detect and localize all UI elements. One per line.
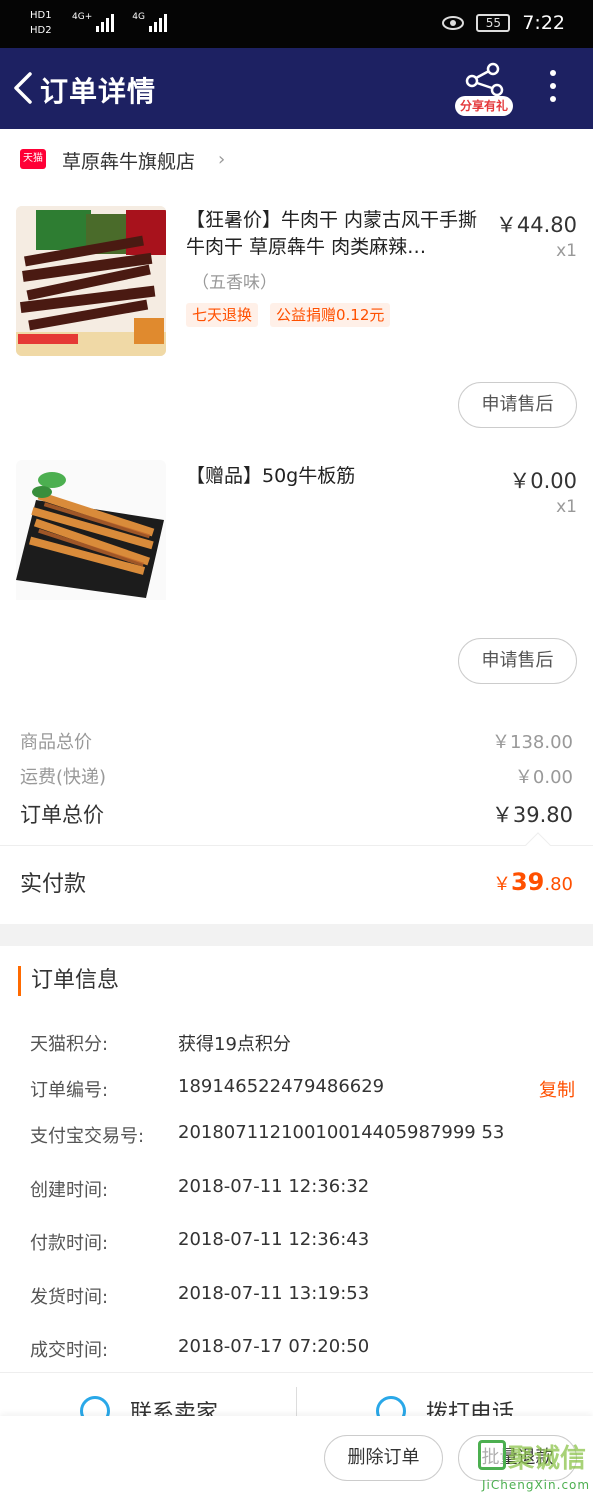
contact-bar: 联系卖家 拨打电话 [0, 1372, 593, 1416]
app-bar: 订单详情 分享有礼 [0, 48, 593, 129]
watermark-logo-icon [478, 1440, 506, 1470]
info-value: 2018-07-11 12:36:43 [178, 1229, 370, 1250]
signal-group: 4G+ 4G [72, 12, 167, 32]
goods-total-value: ￥138.00 [492, 732, 573, 753]
chat-icon [80, 1396, 110, 1416]
product-title[interactable]: 【赠品】50g牛板筋 [186, 463, 486, 490]
clock: 7:22 [522, 12, 565, 34]
after-sale-button[interactable]: 申请售后 [458, 382, 577, 428]
net1-label: 4G+ [72, 12, 93, 22]
store-row[interactable]: 天猫 草原犇牛旗舰店 › [0, 129, 593, 189]
net2-label: 4G [132, 12, 145, 22]
paid-currency: ￥ [492, 874, 511, 895]
section-gap [0, 924, 593, 946]
status-right: 55 7:22 [442, 12, 565, 34]
shipping-label: 运费(快递) [20, 767, 107, 788]
info-key: 付款时间: [30, 1233, 109, 1254]
copy-button[interactable]: 复制 [539, 1076, 575, 1102]
signal-icon-2: 4G [132, 12, 167, 32]
goods-total-row: 商品总价 ￥138.00 [20, 728, 573, 754]
product-price: ￥0.00 [509, 469, 577, 493]
signal-icon: 4G+ [72, 12, 115, 32]
hd1-label: HD1 [30, 10, 52, 21]
info-value[interactable]: 189146522479486629 [178, 1076, 384, 1097]
eye-icon [442, 16, 465, 30]
info-key: 创建时间: [30, 1180, 109, 1201]
product-quantity: x1 [556, 241, 577, 261]
divider [296, 1387, 297, 1416]
product-image[interactable] [16, 460, 166, 610]
delete-order-button[interactable]: 删除订单 [324, 1435, 443, 1481]
share-icon [465, 62, 504, 97]
paid-decimal: .80 [544, 874, 573, 895]
status-bar: HD1 HD2 4G+ 4G 55 7:22 [0, 0, 593, 48]
phone-icon [376, 1396, 406, 1416]
sim-indicators: HD1 HD2 [30, 8, 52, 38]
product-price: ￥44.80 [495, 213, 577, 237]
page-title: 订单详情 [40, 75, 157, 108]
goods-total-label: 商品总价 [20, 732, 92, 753]
contact-seller-label: 联系卖家 [130, 1401, 219, 1416]
paid-label: 实付款 [20, 872, 87, 897]
product-title[interactable]: 【狂暑价】牛肉干 内蒙古风干手撕牛肉干 草原犇牛 肉类麻辣… [186, 207, 486, 261]
call-phone-button[interactable]: 拨打电话 [376, 1395, 514, 1416]
watermark: 聚诚信 JiChengXin.com [476, 1434, 591, 1498]
chevron-right-icon: › [218, 149, 226, 170]
share-label: 分享有礼 [455, 96, 513, 116]
order-total-value: ￥39.80 [491, 803, 573, 827]
tag-return: 七天退换 [186, 303, 259, 327]
product-item[interactable]: 【赠品】50g牛板筋 ￥0.00 x1 申请售后 [0, 456, 593, 696]
info-key: 发货时间: [30, 1287, 109, 1308]
tag-charity: 公益捐赠0.12元 [270, 303, 391, 327]
product-photo [16, 460, 166, 600]
info-key: 支付宝交易号: [30, 1126, 145, 1147]
info-value: 2018-07-17 07:20:50 [178, 1336, 370, 1357]
paid-integer: 39 [510, 868, 545, 896]
product-quantity: x1 [556, 497, 577, 517]
divider-pointer [525, 832, 551, 858]
watermark-text: 聚诚信 [508, 1444, 587, 1474]
contact-seller-button[interactable]: 联系卖家 [80, 1395, 218, 1416]
product-photo [16, 206, 166, 356]
order-total-label: 订单总价 [20, 803, 104, 827]
product-image[interactable] [16, 206, 166, 356]
info-key: 订单编号: [30, 1080, 109, 1101]
more-options-icon[interactable] [548, 70, 558, 106]
tmall-logo: 天猫 [20, 149, 46, 169]
order-info-heading: 订单信息 [18, 966, 119, 996]
call-phone-label: 拨打电话 [426, 1401, 515, 1416]
paid-row: 实付款 ￥39.80 [20, 862, 573, 902]
info-key: 成交时间: [30, 1340, 109, 1361]
share-button[interactable]: 分享有礼 [455, 62, 517, 120]
hd2-label: HD2 [30, 25, 52, 36]
shipping-value: ￥0.00 [514, 767, 573, 788]
product-spec: （五香味） [192, 273, 277, 293]
after-sale-button[interactable]: 申请售后 [458, 638, 577, 684]
info-value: 2018-07-11 13:19:53 [178, 1283, 370, 1304]
paid-value: ￥39.80 [493, 868, 573, 896]
product-item[interactable]: 【狂暑价】牛肉干 内蒙古风干手撕牛肉干 草原犇牛 肉类麻辣… ￥44.80 x1… [0, 200, 593, 440]
shipping-row: 运费(快递) ￥0.00 [20, 763, 573, 789]
divider [0, 845, 593, 846]
back-arrow-icon[interactable] [8, 68, 38, 108]
order-total-row: 订单总价 ￥39.80 [20, 799, 573, 829]
watermark-url: JiChengXin.com [482, 1478, 591, 1492]
info-value: 20180711210010014405987999 53 [178, 1122, 505, 1143]
info-value: 2018-07-11 12:36:32 [178, 1176, 370, 1197]
info-value: 获得19点积分 [178, 1034, 291, 1055]
store-name: 草原犇牛旗舰店 [62, 151, 196, 173]
info-key: 天猫积分: [30, 1034, 109, 1055]
battery-icon: 55 [476, 14, 511, 32]
